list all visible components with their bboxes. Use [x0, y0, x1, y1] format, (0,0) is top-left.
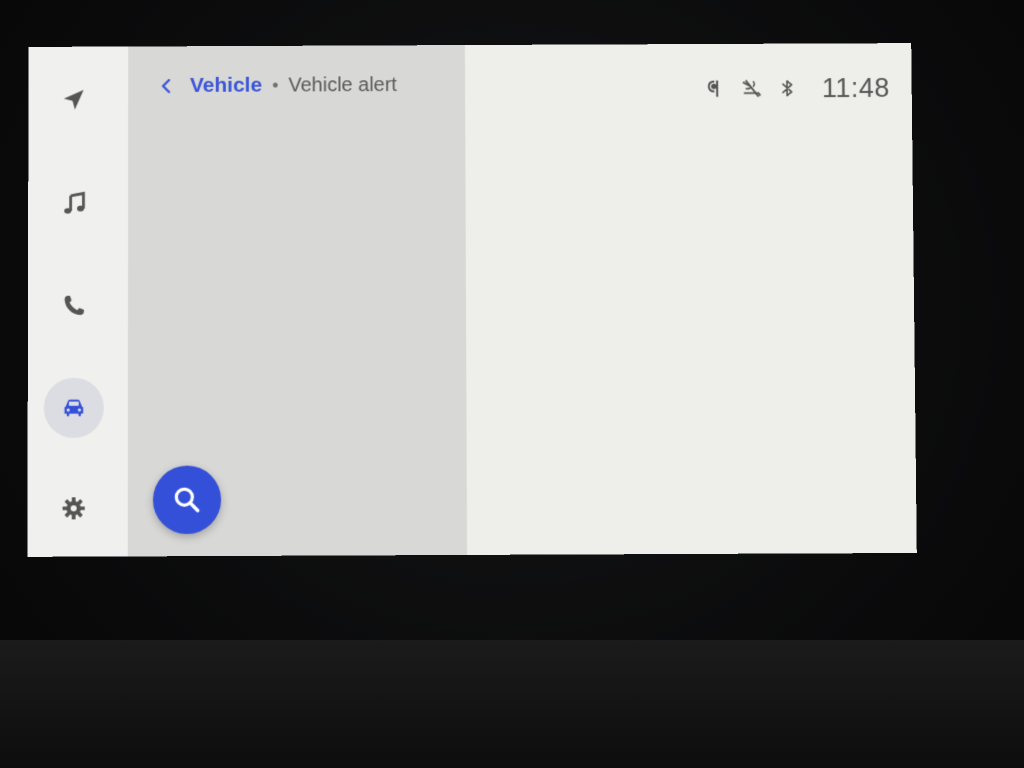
rail-item-navigation[interactable]: [44, 70, 104, 130]
dashboard-trim: [0, 640, 1024, 768]
search-button[interactable]: [153, 465, 221, 534]
status-bar: 11:48: [704, 71, 890, 106]
gear-icon: [60, 494, 88, 522]
car-icon: [60, 394, 88, 422]
infotainment-screen: Vehicle • Vehicle alert 11:48: [27, 43, 916, 557]
breadcrumb-separator: •: [272, 75, 278, 96]
search-icon: [171, 484, 203, 516]
back-button[interactable]: [152, 72, 180, 100]
rail-item-settings[interactable]: [44, 478, 104, 539]
phone-icon: [60, 292, 88, 320]
music-note-icon: [60, 190, 88, 218]
chevron-left-icon: [159, 78, 173, 94]
nav-rail: [27, 47, 128, 557]
bluetooth-icon: [776, 77, 798, 99]
rail-item-phone[interactable]: [44, 276, 104, 336]
breadcrumb: Vehicle • Vehicle alert: [152, 69, 397, 102]
navigation-arrow-icon: [60, 86, 88, 114]
rail-item-vehicle[interactable]: [44, 378, 104, 438]
mic-off-icon: [740, 78, 762, 100]
clock-time: 11:48: [822, 72, 890, 103]
breadcrumb-current-page: Vehicle alert: [288, 74, 397, 97]
wireless-charging-icon: [704, 78, 726, 100]
breadcrumb-parent-vehicle[interactable]: Vehicle: [190, 74, 262, 98]
rail-item-music[interactable]: [44, 174, 104, 234]
alert-detail-pane: [465, 43, 917, 555]
